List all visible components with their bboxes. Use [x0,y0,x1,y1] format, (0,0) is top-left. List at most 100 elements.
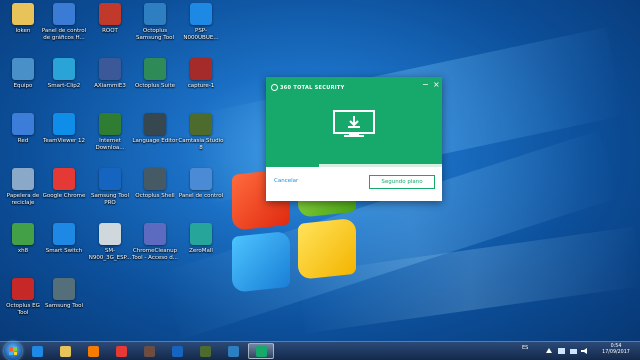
recycle-bin-icon [12,168,34,190]
desktop-icon-label: Octoplus Suite [134,83,176,89]
taskbar-app-button[interactable] [108,343,134,359]
desktop-icon[interactable]: AXiammiE3 [87,58,133,114]
desktop-icon[interactable]: Panel de control de gráficos H... [41,3,87,59]
watermark-logo [490,302,624,324]
taskbar: ES 0:54 17/09/2017 [0,341,640,360]
desktop-icon[interactable]: Panel de control [178,168,224,224]
desktop-icon-label: Language Editor [132,138,178,144]
security-dialog: 360 TOTAL SECURITY − × Cancelar Segundo … [266,77,442,201]
samsung-tool-icon [99,168,121,190]
language-indicator[interactable]: ES [522,345,528,351]
desktop-icon-label: ZeroMall [189,248,213,254]
dialog-header: 360 TOTAL SECURITY − × [266,77,442,164]
tray-expand-icon [546,348,552,353]
360-logo-icon [271,84,278,91]
desktop-icon-label: Octoplus Shell [135,193,175,199]
octoplus-shell-icon [144,168,166,190]
desktop-icon-label: Octoplus EG Tool [6,303,40,316]
desktop-icon[interactable]: Octoplus Samsung Tool [132,3,178,59]
desktop-icon-label: Internet Downloa... [95,138,125,151]
ie-icon [190,3,212,25]
close-button[interactable]: × [433,80,440,90]
taskbar-app-button[interactable] [164,343,190,359]
desktop-icon[interactable]: Smart Switch [41,223,87,279]
desktop-icon[interactable]: Equipo [0,58,46,114]
desktop-icon-label: SM-N900_3G_ESP... [88,248,132,261]
control-panel-icon [190,168,212,190]
video-file-icon [143,345,155,357]
taskbar-app-button[interactable] [52,343,78,359]
desktop-icon[interactable]: Google Chrome [41,168,87,224]
taskbar-app-button[interactable] [248,343,274,359]
desktop-icon[interactable]: Octoplus Suite [132,58,178,114]
cancel-link[interactable]: Cancelar [274,178,298,184]
desktop-icon[interactable]: xh8 [0,223,46,279]
desktop-icon[interactable]: Papelera de reciclaje [0,168,46,224]
octoplus-icon [144,3,166,25]
folder-icon [12,3,34,25]
background-button[interactable]: Segundo plano [369,175,435,189]
ie-icon [31,345,43,357]
start-button[interactable] [4,342,22,360]
desktop-icon[interactable]: ZeroMall [178,223,224,279]
volume-icon [581,348,587,354]
taskbar-app-button[interactable] [24,343,50,359]
folder-icon [59,345,71,357]
desktop-icon-label: Samsung Tool PRO [91,193,129,206]
desktop-icon[interactable]: capture-1 [178,58,224,114]
computer-icon [12,58,34,80]
octoplus-suite-icon [144,58,166,80]
desktop-icon[interactable]: Language Editor [132,113,178,169]
desktop-icon[interactable]: loken [0,3,46,59]
desktop-icon[interactable]: Octoplus EG Tool [0,278,46,334]
desktop-icon[interactable]: SM-N900_3G_ESP... [87,223,133,279]
desktop-icon[interactable]: Samsung Tool PRO [87,168,133,224]
taskbar-app-button[interactable] [136,343,162,359]
octoplus-icon [227,345,239,357]
teamviewer-icon [53,113,75,135]
desktop-icon-label: TeamViewer 12 [43,138,85,144]
desktop-icon-label: Camtasia Studio 8 [178,138,224,151]
taskbar-app-button[interactable] [192,343,218,359]
pen-tool-icon [12,223,34,245]
desktop-icon[interactable]: PSP-N000UBUE... [178,3,224,59]
chrome-icon [53,168,75,190]
document-icon [99,223,121,245]
desktop-icon-label: Papelera de reciclaje [6,193,40,206]
chrome-icon [115,345,127,357]
smart-switch-icon [53,223,75,245]
shortcut-icon [144,223,166,245]
tray-icons [546,348,587,354]
desktop-icon-label: xh8 [17,248,29,254]
desktop-icon[interactable]: Internet Downloa... [87,113,133,169]
desktop-icon-label: capture-1 [187,83,215,89]
desktop-icon-label: loken [15,28,31,34]
app-icon [99,58,121,80]
camtasia-icon [199,345,211,357]
minimize-button[interactable]: − [422,80,429,90]
desktop-icon[interactable]: Smart-Clip2 [41,58,87,114]
taskbar-app-button[interactable] [220,343,246,359]
smartclip-icon [53,58,75,80]
desktop-icon[interactable]: Octoplus Shell [132,168,178,224]
taskbar-app-button[interactable] [80,343,106,359]
desktop-icon[interactable]: Camtasia Studio 8 [178,113,224,169]
desktop-icon-label: Equipo [13,83,33,89]
language-editor-icon [144,113,166,135]
windows-flag-icon [9,347,17,355]
scan-progress-bar [266,164,442,167]
desktop-icon[interactable]: Samsung Tool [41,278,87,334]
control-panel-icon [53,3,75,25]
monitor-download-icon [333,110,375,137]
desktop-icon-label: Panel de control [178,193,224,199]
360-security-icon [255,345,267,357]
desktop-icon[interactable]: ROOT [87,3,133,59]
media-player-icon [87,345,99,357]
dialog-title: 360 TOTAL SECURITY [280,85,345,91]
desktop-icon[interactable]: ChromeCleanup Tool - Acceso d... [132,223,178,279]
desktop-icon-label: Panel de control de gráficos H... [41,28,87,41]
desktop-icon[interactable]: TeamViewer 12 [41,113,87,169]
app-icon [190,223,212,245]
desktop-icon[interactable]: Red [0,113,46,169]
tray-clock[interactable]: 0:54 17/09/2017 [596,344,636,356]
